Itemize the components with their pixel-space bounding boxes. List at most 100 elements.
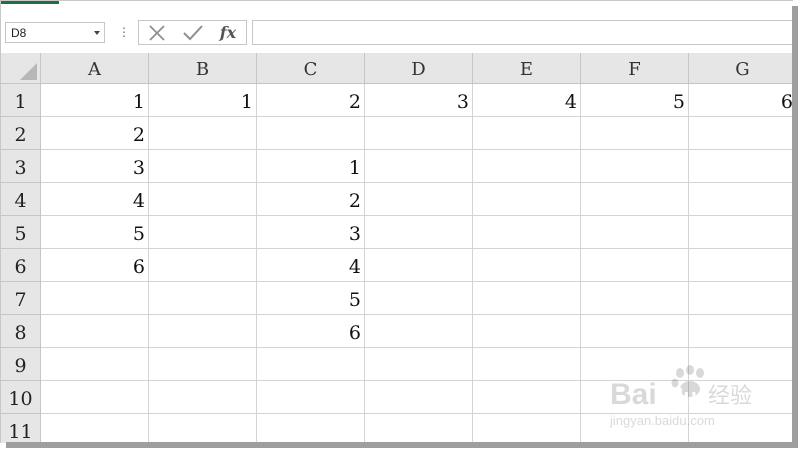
cell-f6[interactable] [581,249,689,282]
cell-e8[interactable] [473,315,581,348]
cell-g5[interactable] [689,216,793,249]
column-header-c[interactable]: C [257,53,365,84]
cell-b5[interactable] [149,216,257,249]
checkmark-icon[interactable] [181,23,205,43]
cell-e1[interactable]: 4 [473,84,581,117]
row-header-1[interactable]: 1 [1,84,41,117]
insert-function-icon[interactable]: fx [216,23,240,43]
cell-f4[interactable] [581,183,689,216]
cancel-icon[interactable] [145,23,169,43]
row-header-11[interactable]: 11 [1,414,41,443]
cell-b3[interactable] [149,150,257,183]
cell-g6[interactable] [689,249,793,282]
cell-b11[interactable] [149,414,257,443]
cell-b1[interactable]: 1 [149,84,257,117]
cell-a5[interactable]: 5 [41,216,149,249]
cell-d1[interactable]: 3 [365,84,473,117]
column-header-f[interactable]: F [581,53,689,84]
row-header-7[interactable]: 7 [1,282,41,315]
cell-b2[interactable] [149,117,257,150]
cell-b10[interactable] [149,381,257,414]
cell-c3[interactable]: 1 [257,150,365,183]
row-header-9[interactable]: 9 [1,348,41,381]
cell-d7[interactable] [365,282,473,315]
cell-d8[interactable] [365,315,473,348]
cell-d11[interactable] [365,414,473,443]
cell-b9[interactable] [149,348,257,381]
cell-e11[interactable] [473,414,581,443]
cell-f7[interactable] [581,282,689,315]
row-header-4[interactable]: 4 [1,183,41,216]
column-header-d[interactable]: D [365,53,473,84]
name-box[interactable]: D8 [5,22,105,43]
cell-b7[interactable] [149,282,257,315]
cell-d10[interactable] [365,381,473,414]
cell-c10[interactable] [257,381,365,414]
cell-e6[interactable] [473,249,581,282]
cell-a3[interactable]: 3 [41,150,149,183]
cell-g1[interactable]: 6 [689,84,793,117]
cell-c9[interactable] [257,348,365,381]
cell-d4[interactable] [365,183,473,216]
row-header-3[interactable]: 3 [1,150,41,183]
cell-g4[interactable] [689,183,793,216]
cell-c4[interactable]: 2 [257,183,365,216]
cell-g3[interactable] [689,150,793,183]
row-header-5[interactable]: 5 [1,216,41,249]
more-options-icon[interactable]: ⋮ [118,24,130,40]
cell-e10[interactable] [473,381,581,414]
cell-e4[interactable] [473,183,581,216]
cell-b6[interactable] [149,249,257,282]
cell-e9[interactable] [473,348,581,381]
cell-g7[interactable] [689,282,793,315]
row-header-10[interactable]: 10 [1,381,41,414]
select-all-button[interactable] [1,53,41,84]
cell-a4[interactable]: 4 [41,183,149,216]
cell-c7[interactable]: 5 [257,282,365,315]
chevron-down-icon[interactable] [94,31,100,35]
cell-e3[interactable] [473,150,581,183]
column-header-g[interactable]: G [689,53,793,84]
cell-c5[interactable]: 3 [257,216,365,249]
row-header-6[interactable]: 6 [1,249,41,282]
cell-c8[interactable]: 6 [257,315,365,348]
cell-g8[interactable] [689,315,793,348]
cell-a7[interactable] [41,282,149,315]
cell-a9[interactable] [41,348,149,381]
cell-f3[interactable] [581,150,689,183]
column-header-e[interactable]: E [473,53,581,84]
cell-a11[interactable] [41,414,149,443]
cell-a6[interactable]: 6 [41,249,149,282]
cell-a8[interactable] [41,315,149,348]
cell-c11[interactable] [257,414,365,443]
cell-f1[interactable]: 5 [581,84,689,117]
cell-d9[interactable] [365,348,473,381]
cell-c1[interactable]: 2 [257,84,365,117]
cell-f2[interactable] [581,117,689,150]
cell-c6[interactable]: 4 [257,249,365,282]
select-all-triangle-icon [20,63,37,80]
cell-a2[interactable]: 2 [41,117,149,150]
window-shadow-bottom [6,442,798,448]
cell-d6[interactable] [365,249,473,282]
cell-e2[interactable] [473,117,581,150]
cell-a1[interactable]: 1 [41,84,149,117]
cell-b4[interactable] [149,183,257,216]
cell-g2[interactable] [689,117,793,150]
cell-a10[interactable] [41,381,149,414]
cell-e7[interactable] [473,282,581,315]
cell-f5[interactable] [581,216,689,249]
cell-e5[interactable] [473,216,581,249]
column-header-b[interactable]: B [149,53,257,84]
cell-f8[interactable] [581,315,689,348]
cell-d5[interactable] [365,216,473,249]
column-header-a[interactable]: A [41,53,149,84]
formula-input[interactable] [252,20,793,45]
cell-d2[interactable] [365,117,473,150]
cell-b8[interactable] [149,315,257,348]
cell-d3[interactable] [365,150,473,183]
cell-c2[interactable] [257,117,365,150]
name-box-value: D8 [11,26,27,40]
row-header-2[interactable]: 2 [1,117,41,150]
row-header-8[interactable]: 8 [1,315,41,348]
